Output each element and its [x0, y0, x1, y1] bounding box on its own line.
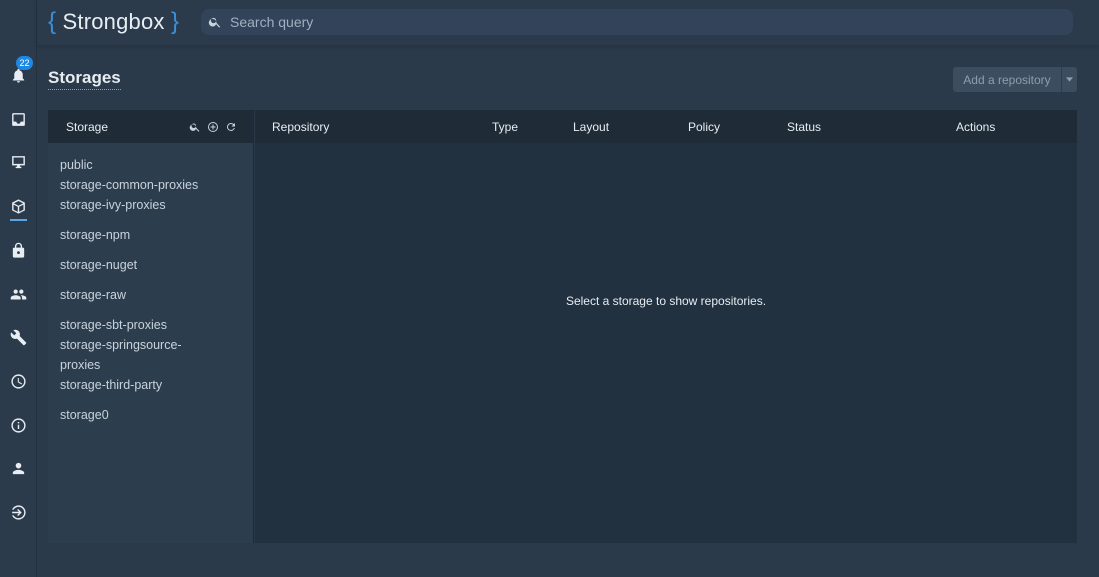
app-logo[interactable]: { Strongbox }	[48, 8, 179, 36]
storage-item[interactable]: storage0	[60, 405, 200, 425]
column-repository[interactable]: Repository	[272, 120, 329, 134]
storage-item[interactable]: storage-ivy-proxies	[60, 195, 200, 215]
rail-item-storages[interactable]	[0, 191, 37, 221]
notification-count-badge: 22	[16, 56, 33, 70]
users-icon	[10, 289, 27, 299]
storage-item[interactable]: storage-nuget	[60, 255, 200, 275]
add-repository-label: Add a repository	[953, 67, 1062, 92]
column-layout[interactable]: Layout	[573, 120, 609, 134]
storage-item[interactable]: storage-raw	[60, 285, 200, 305]
column-actions: Actions	[956, 120, 996, 134]
add-circle-icon[interactable]	[207, 121, 219, 133]
search-icon	[208, 17, 221, 28]
storage-item[interactable]: storage-npm	[60, 225, 200, 245]
storage-item[interactable]: public	[60, 155, 200, 175]
add-repository-dropdown[interactable]	[1062, 67, 1077, 92]
storage-tools	[189, 121, 237, 133]
repository-panel: Repository Type Layout Policy Status Act…	[255, 110, 1077, 543]
rail-item-logout[interactable]	[0, 497, 37, 527]
search-input[interactable]	[230, 14, 1050, 30]
storage-panel: Storage public storage-common-proxies st…	[48, 110, 254, 543]
add-repository-button[interactable]: Add a repository	[953, 67, 1077, 92]
user-icon	[12, 462, 25, 474]
storage-item[interactable]: storage-sbt-proxies	[60, 315, 200, 335]
wrench-icon	[10, 329, 27, 345]
storage-item[interactable]: storage-springsource-proxies	[60, 335, 200, 375]
column-type[interactable]: Type	[492, 120, 518, 134]
side-rail: 22	[0, 0, 37, 577]
empty-state-message: Select a storage to show repositories.	[565, 294, 767, 308]
rail-item-profile[interactable]	[0, 453, 37, 483]
repository-table-header: Repository Type Layout Policy Status Act…	[255, 110, 1077, 143]
page-title: Storages	[48, 68, 121, 90]
storage-item[interactable]: storage-common-proxies	[60, 175, 200, 195]
top-bar: { Strongbox }	[37, 0, 1099, 45]
logo-text: Strongbox	[62, 9, 165, 34]
logo-brace-open: {	[48, 8, 57, 35]
storage-header-label: Storage	[66, 119, 109, 134]
info-icon	[11, 417, 26, 433]
rail-item-about[interactable]	[0, 410, 37, 440]
rail-item-security[interactable]	[0, 235, 37, 265]
clock-icon	[11, 373, 26, 389]
logout-icon	[12, 504, 26, 520]
column-policy[interactable]: Policy	[688, 120, 720, 134]
search-box	[201, 9, 1073, 35]
logo-brace-close: }	[170, 8, 180, 35]
rail-item-monitor[interactable]	[0, 147, 37, 177]
inbox-icon	[12, 112, 25, 126]
storage-list: public storage-common-proxies storage-iv…	[48, 143, 253, 425]
storage-item[interactable]: storage-third-party	[60, 375, 200, 395]
column-status[interactable]: Status	[787, 120, 821, 134]
rail-item-users[interactable]	[0, 279, 37, 309]
rail-item-history[interactable]	[0, 366, 37, 396]
rail-item-settings[interactable]	[0, 322, 37, 352]
storage-panel-header: Storage	[48, 110, 253, 143]
cube-icon	[12, 198, 25, 214]
monitor-icon	[12, 155, 25, 168]
lock-icon	[12, 242, 25, 258]
caret-down-icon	[1066, 77, 1073, 82]
rail-item-inbox[interactable]	[0, 104, 37, 134]
search-icon[interactable]	[189, 121, 201, 133]
refresh-icon[interactable]	[225, 121, 237, 133]
